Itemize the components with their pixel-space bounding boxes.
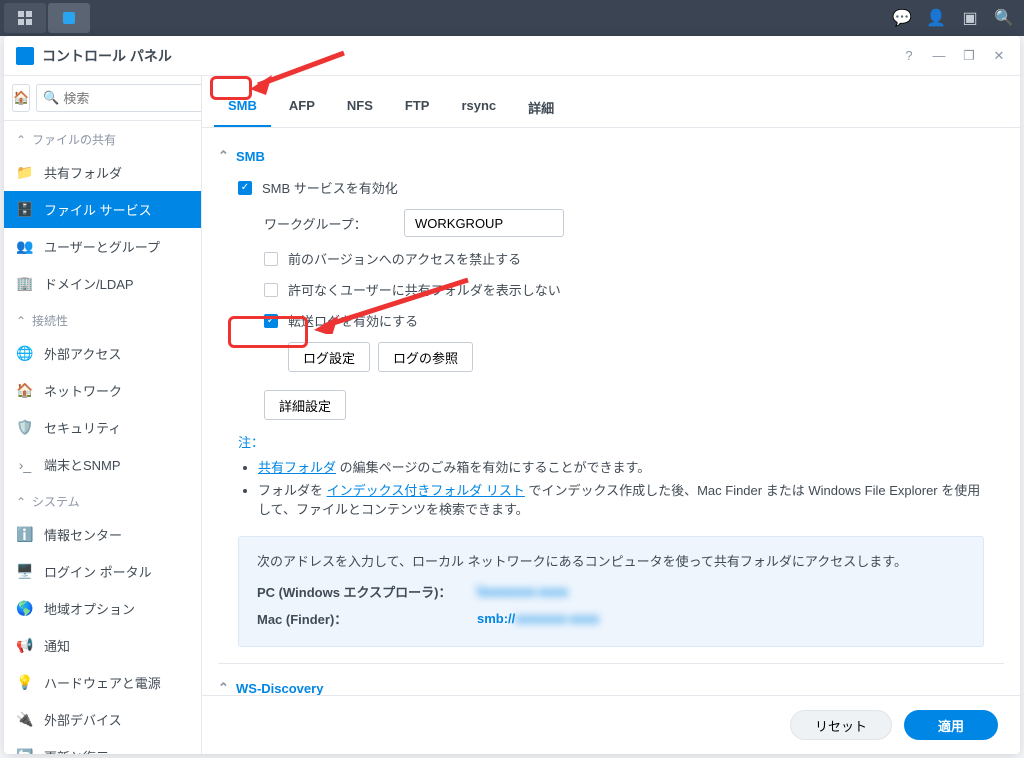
tab-bar: SMB AFP NFS FTP rsync 詳細: [202, 76, 1020, 128]
workgroup-input[interactable]: [404, 209, 564, 237]
sidebar-item-terminal-snmp[interactable]: ›_端末とSNMP: [4, 446, 201, 483]
portal-icon: 🖥️: [16, 563, 34, 581]
window-title: コントロール パネル: [42, 46, 172, 66]
workgroup-row: ワークグループ：: [218, 203, 1004, 243]
chevron-up-icon: ⌃: [16, 495, 26, 509]
advanced-settings-button[interactable]: 詳細設定: [264, 390, 346, 420]
address-box: 次のアドレスを入力して、ローカル ネットワークにあるコンピュータを使って共有フォ…: [238, 536, 984, 647]
taskbar-app-control-panel[interactable]: [48, 3, 90, 33]
sidebar-item-security[interactable]: 🛡️セキュリティ: [4, 409, 201, 446]
window-app-icon: [16, 47, 34, 65]
chevron-up-icon: ⌃: [16, 133, 26, 147]
sidebar-item-notification[interactable]: 📢通知: [4, 627, 201, 664]
checkbox-disable-prev[interactable]: [264, 252, 278, 266]
devices-icon: 🔌: [16, 711, 34, 729]
footer-bar: リセット 適用: [202, 695, 1020, 754]
sidebar-item-shared-folder[interactable]: 📁共有フォルダ: [4, 154, 201, 191]
sidebar: 🏠 🔍 ⌃ファイルの共有 📁共有フォルダ 🗄️ファイル サービス 👥ユーザーとグ…: [4, 76, 202, 754]
enable-smb-row[interactable]: ✓ SMB サービスを有効化: [218, 172, 1004, 203]
sidebar-item-hardware-power[interactable]: 💡ハードウェアと電源: [4, 664, 201, 701]
section-connectivity[interactable]: ⌃接続性: [4, 302, 201, 335]
globe-icon: 🌐: [16, 345, 34, 363]
notification-icon: 📢: [16, 637, 34, 655]
wsd-panel-toggle[interactable]: ⌃WS-Discovery: [218, 672, 1004, 695]
apply-button[interactable]: 適用: [904, 710, 998, 740]
sidebar-item-info-center[interactable]: ℹ️情報センター: [4, 516, 201, 553]
region-icon: 🌎: [16, 600, 34, 618]
sidebar-item-login-portal[interactable]: 🖥️ログイン ポータル: [4, 553, 201, 590]
info-icon: ℹ️: [16, 526, 34, 544]
help-icon[interactable]: ?: [900, 48, 918, 64]
shared-folder-link[interactable]: 共有フォルダ: [258, 460, 336, 475]
tab-afp[interactable]: AFP: [275, 90, 329, 127]
section-file-sharing[interactable]: ⌃ファイルの共有: [4, 121, 201, 154]
hide-unpermitted-row[interactable]: 許可なくユーザーに共有フォルダを表示しない: [218, 274, 1004, 305]
sidebar-item-regional-options[interactable]: 🌎地域オプション: [4, 590, 201, 627]
search-input-wrap[interactable]: 🔍: [36, 84, 202, 112]
chevron-up-icon: ⌃: [218, 148, 228, 164]
disable-prev-versions-row[interactable]: 前のバージョンへのアクセスを禁止する: [218, 243, 1004, 274]
tab-nfs[interactable]: NFS: [333, 90, 387, 127]
log-view-button[interactable]: ログの参照: [378, 342, 473, 372]
sidebar-item-external-access[interactable]: 🌐外部アクセス: [4, 335, 201, 372]
section-system[interactable]: ⌃システム: [4, 483, 201, 516]
search-icon[interactable]: 🔍: [988, 2, 1020, 34]
chevron-up-icon: ⌃: [16, 314, 26, 328]
tab-smb[interactable]: SMB: [214, 90, 271, 127]
sidebar-item-file-services[interactable]: 🗄️ファイル サービス: [4, 191, 201, 228]
note-block: 注： 共有フォルダ の編集ページのごみ箱を有効にすることができます。 フォルダを…: [218, 426, 1004, 526]
chevron-up-icon: ⌃: [218, 680, 228, 695]
reset-button[interactable]: リセット: [790, 710, 892, 740]
sidebar-item-external-devices[interactable]: 🔌外部デバイス: [4, 701, 201, 738]
domain-icon: 🏢: [16, 275, 34, 293]
sidebar-item-users-groups[interactable]: 👥ユーザーとグループ: [4, 228, 201, 265]
window-titlebar: コントロール パネル ? — ❐ ✕: [4, 36, 1020, 76]
control-panel-window: コントロール パネル ? — ❐ ✕ 🏠 🔍 ⌃ファイルの共有 📁共有フォルダ …: [4, 36, 1020, 754]
folder-icon: 📁: [16, 164, 34, 182]
minimize-icon[interactable]: —: [930, 48, 948, 64]
search-input[interactable]: [63, 91, 202, 106]
main-content: SMB AFP NFS FTP rsync 詳細 ⌃SMB ✓ SMB サービス…: [202, 76, 1020, 754]
refresh-icon: 🔄: [16, 748, 34, 755]
tab-advanced[interactable]: 詳細: [514, 90, 568, 127]
sidebar-item-update-restore[interactable]: 🔄更新と復元: [4, 738, 201, 754]
note-item: 共有フォルダ の編集ページのごみ箱を有効にすることができます。: [258, 455, 984, 478]
users-icon: 👥: [16, 238, 34, 256]
advanced-settings-row: 詳細設定: [218, 378, 1004, 426]
sidebar-item-network[interactable]: 🏠ネットワーク: [4, 372, 201, 409]
sidebar-item-domain-ldap[interactable]: 🏢ドメイン/LDAP: [4, 265, 201, 302]
log-buttons-row: ログ設定 ログの参照: [218, 336, 1004, 378]
widgets-icon[interactable]: ▣: [954, 2, 986, 34]
file-service-icon: 🗄️: [16, 201, 34, 219]
checkbox-hide-unpermitted[interactable]: [264, 283, 278, 297]
mac-address-value: smb://xxxxxxx-xxxx: [477, 611, 599, 626]
home-button[interactable]: 🏠: [12, 84, 30, 112]
chat-icon[interactable]: 💬: [886, 2, 918, 34]
shield-icon: 🛡️: [16, 419, 34, 437]
tab-ftp[interactable]: FTP: [391, 90, 444, 127]
close-icon[interactable]: ✕: [990, 48, 1008, 64]
tab-rsync[interactable]: rsync: [447, 90, 510, 127]
network-icon: 🏠: [16, 382, 34, 400]
maximize-icon[interactable]: ❐: [960, 48, 978, 64]
search-icon: 🔍: [43, 90, 59, 106]
smb-panel-toggle[interactable]: ⌃SMB: [218, 140, 1004, 172]
note-item: フォルダを インデックス付きフォルダ リスト でインデックス作成した後、Mac …: [258, 478, 984, 520]
transfer-log-row[interactable]: ✓ 転送ログを有効にする: [218, 305, 1004, 336]
indexed-folder-link[interactable]: インデックス付きフォルダ リスト: [327, 483, 525, 498]
taskbar-app-grid[interactable]: [4, 3, 46, 33]
pc-address-value: \\xxxxxxx-xxxx: [477, 584, 568, 599]
user-icon[interactable]: 👤: [920, 2, 952, 34]
bulb-icon: 💡: [16, 674, 34, 692]
checkbox-transfer-log[interactable]: ✓: [264, 314, 278, 328]
log-settings-button[interactable]: ログ設定: [288, 342, 370, 372]
terminal-icon: ›_: [16, 456, 34, 474]
system-taskbar: 💬 👤 ▣ 🔍: [0, 0, 1024, 36]
checkbox-enable-smb[interactable]: ✓: [238, 181, 252, 195]
